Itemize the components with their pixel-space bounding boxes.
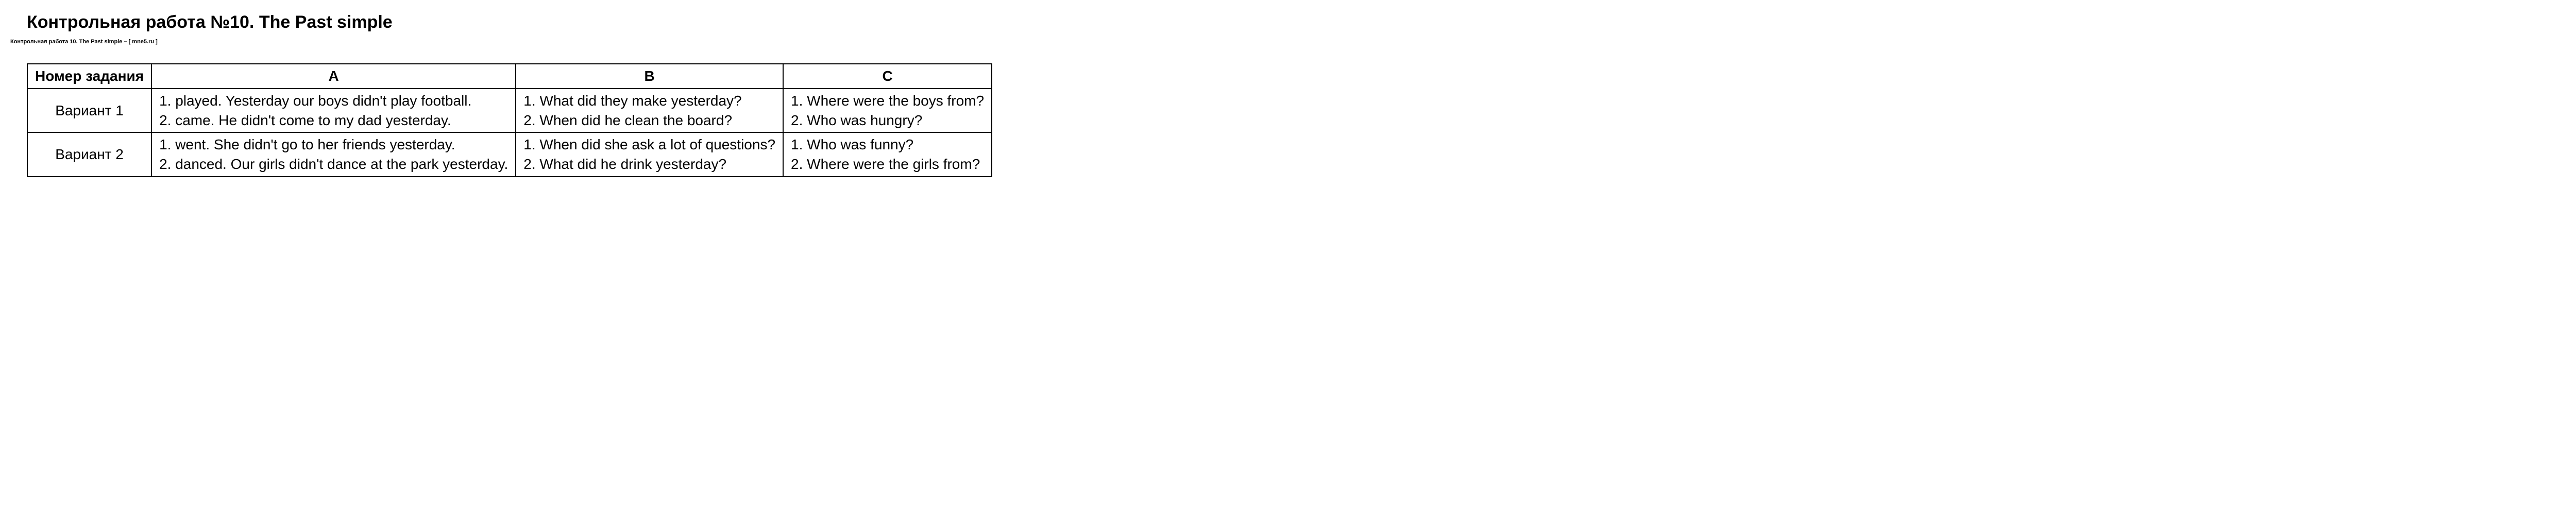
cell-text: 1. What did they make yesterday? [523,91,775,111]
cell-text: 1. Where were the boys from? [791,91,984,111]
cell-text: 2. What did he drink yesterday? [523,154,775,174]
cell-a: 1. played. Yesterday our boys didn't pla… [151,89,516,133]
row-label: Вариант 2 [27,132,151,177]
header-b: B [516,64,783,89]
header-num: Номер задания [27,64,151,89]
row-label: Вариант 1 [27,89,151,133]
cell-c: 1. Where were the boys from? 2. Who was … [783,89,992,133]
cell-text: 2. came. He didn't come to my dad yester… [159,111,508,130]
cell-text: 2. Who was hungry? [791,111,984,130]
cell-text: 1. played. Yesterday our boys didn't pla… [159,91,508,111]
cell-c: 1. Who was funny? 2. Where were the girl… [783,132,992,177]
answers-table: Номер задания A B C Вариант 1 1. played.… [27,63,992,177]
cell-text: 1. went. She didn't go to her friends ye… [159,135,508,154]
header-row: Номер задания A B C [27,64,992,89]
cell-text: 2. Where were the girls from? [791,154,984,174]
cell-b: 1. When did she ask a lot of questions? … [516,132,783,177]
page-title: Контрольная работа №10. The Past simple [27,12,2566,32]
cell-text: 2. danced. Our girls didn't dance at the… [159,154,508,174]
table-row: Вариант 2 1. went. She didn't go to her … [27,132,992,177]
page-subtitle: Контрольная работа 10. The Past simple –… [10,39,2566,45]
header-a: A [151,64,516,89]
cell-a: 1. went. She didn't go to her friends ye… [151,132,516,177]
cell-text: 1. When did she ask a lot of questions? [523,135,775,154]
cell-b: 1. What did they make yesterday? 2. When… [516,89,783,133]
cell-text: 2. When did he clean the board? [523,111,775,130]
table-row: Вариант 1 1. played. Yesterday our boys … [27,89,992,133]
cell-text: 1. Who was funny? [791,135,984,154]
header-c: C [783,64,992,89]
